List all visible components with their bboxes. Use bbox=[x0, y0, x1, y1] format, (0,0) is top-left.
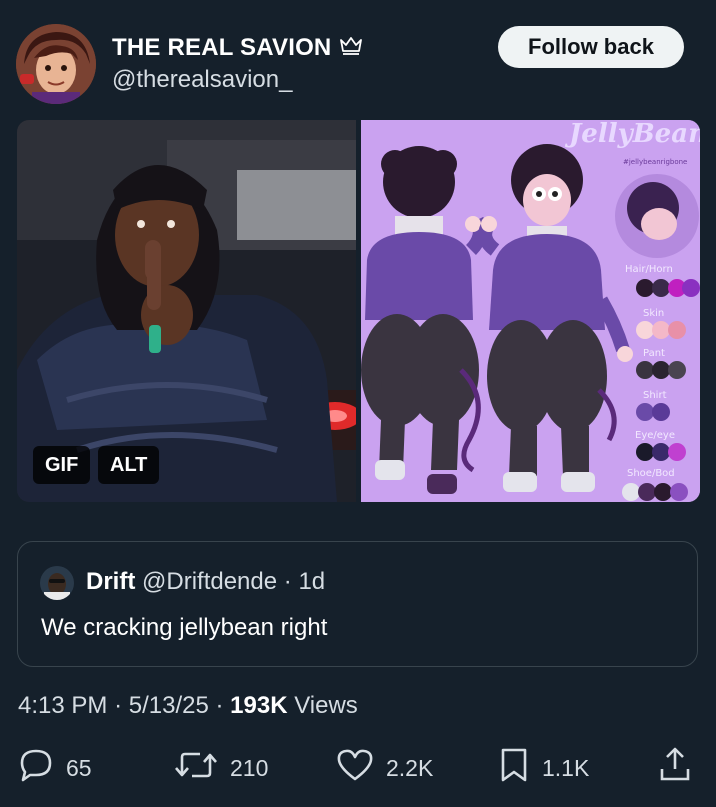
reply-icon bbox=[18, 748, 54, 788]
alt-badge[interactable]: ALT bbox=[98, 446, 160, 484]
svg-text:#jellybeanrigbone: #jellybeanrigbone bbox=[623, 158, 687, 166]
reply-button[interactable]: 65 bbox=[18, 748, 92, 788]
svg-text:Hair/Horn: Hair/Horn bbox=[625, 264, 673, 275]
author-handle[interactable]: @therealsavion_ bbox=[112, 66, 292, 94]
quoted-post[interactable] bbox=[17, 541, 698, 667]
gif-badge[interactable]: GIF bbox=[33, 446, 91, 484]
repost-icon bbox=[174, 749, 218, 787]
reply-count: 65 bbox=[66, 754, 92, 781]
svg-text:Pant: Pant bbox=[643, 348, 665, 359]
watermark-text: JellyBean bbox=[564, 120, 700, 149]
post-meta: 4:13 PM · 5/13/25 · 193K Views bbox=[18, 692, 358, 720]
like-count: 2.2K bbox=[386, 754, 434, 781]
repost-button[interactable]: 210 bbox=[174, 750, 268, 786]
bookmark-button[interactable]: 1.1K bbox=[498, 747, 590, 789]
quoted-text: We cracking jellybean right bbox=[41, 614, 328, 641]
post-time[interactable]: 4:13 PM bbox=[18, 692, 107, 719]
svg-text:Eye/eye: Eye/eye bbox=[635, 430, 675, 441]
quoted-handle: @Driftdende bbox=[142, 568, 278, 595]
media-gif[interactable] bbox=[17, 120, 356, 502]
media-image[interactable]: JellyBean #jellybeanrigbone Hair/Horn Sk… bbox=[361, 120, 700, 502]
like-button[interactable]: 2.2K bbox=[336, 748, 434, 788]
quoted-avatar[interactable] bbox=[40, 566, 74, 600]
crown-icon bbox=[339, 34, 363, 62]
author-name[interactable]: THE REAL SAVION bbox=[112, 34, 363, 62]
author-avatar[interactable] bbox=[16, 24, 96, 104]
quoted-time: 1d bbox=[298, 568, 326, 595]
heart-icon bbox=[336, 748, 374, 788]
repost-count: 210 bbox=[230, 754, 269, 781]
svg-text:Skin: Skin bbox=[643, 308, 664, 319]
meta-separator: · bbox=[114, 692, 123, 719]
views-label: Views bbox=[294, 692, 358, 719]
quoted-header: Drift @Driftdende · 1d bbox=[86, 568, 325, 596]
bookmark-icon bbox=[498, 747, 530, 789]
quoted-display-name: Drift bbox=[86, 568, 136, 595]
svg-text:Shoe/Bod: Shoe/Bod bbox=[627, 468, 675, 479]
post-date[interactable]: 5/13/25 bbox=[129, 692, 209, 719]
follow-back-button[interactable]: Follow back bbox=[498, 26, 684, 68]
share-icon bbox=[658, 747, 692, 789]
quoted-separator: · bbox=[283, 568, 292, 595]
meta-separator: · bbox=[215, 692, 224, 719]
share-button[interactable] bbox=[658, 747, 692, 789]
views-count: 193K bbox=[230, 692, 288, 719]
author-display-name: THE REAL SAVION bbox=[112, 34, 332, 61]
svg-text:Shirt: Shirt bbox=[643, 390, 667, 401]
bookmark-count: 1.1K bbox=[542, 754, 590, 781]
